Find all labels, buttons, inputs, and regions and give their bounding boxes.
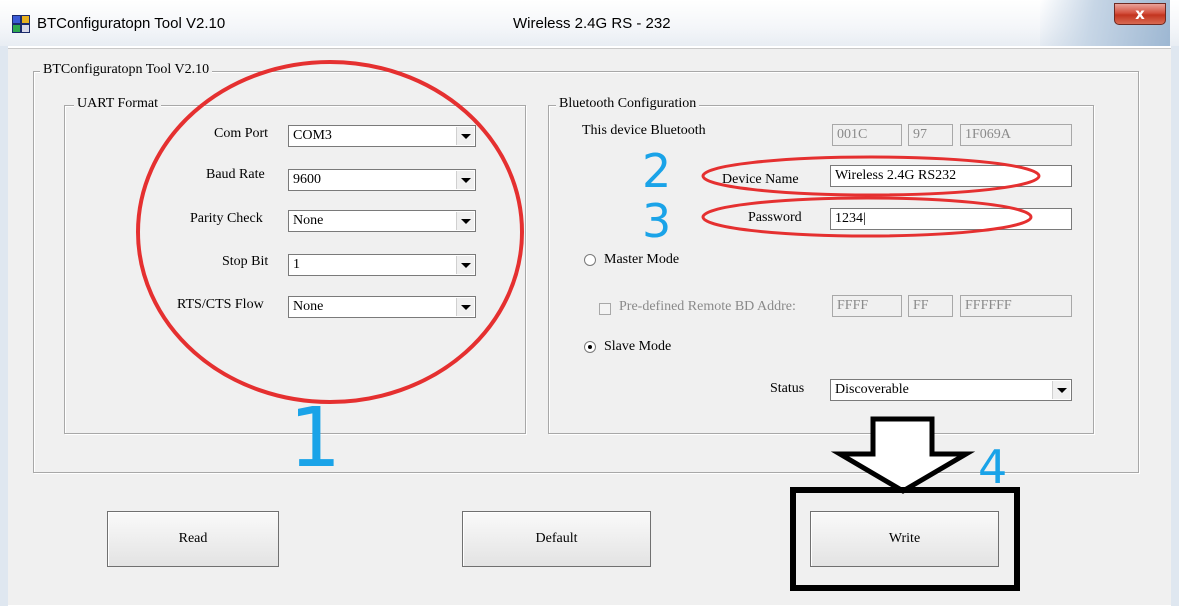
annotation-step-1: 1: [289, 391, 342, 486]
write-highlight-box: [790, 487, 1020, 591]
annotation-step-2: 2: [642, 144, 672, 198]
device-name-highlight-ellipse: [701, 155, 1041, 197]
annotation-overlay: [136, 60, 1041, 591]
annotation-step-4: 4: [978, 440, 1008, 494]
app-window: BTConfiguratopn Tool V2.10 Wireless 2.4G…: [0, 0, 1179, 606]
down-arrow-icon: [830, 416, 976, 494]
uart-highlight-ellipse: [136, 60, 524, 404]
annotation-step-3: 3: [642, 194, 672, 248]
password-highlight-ellipse: [701, 196, 1033, 238]
